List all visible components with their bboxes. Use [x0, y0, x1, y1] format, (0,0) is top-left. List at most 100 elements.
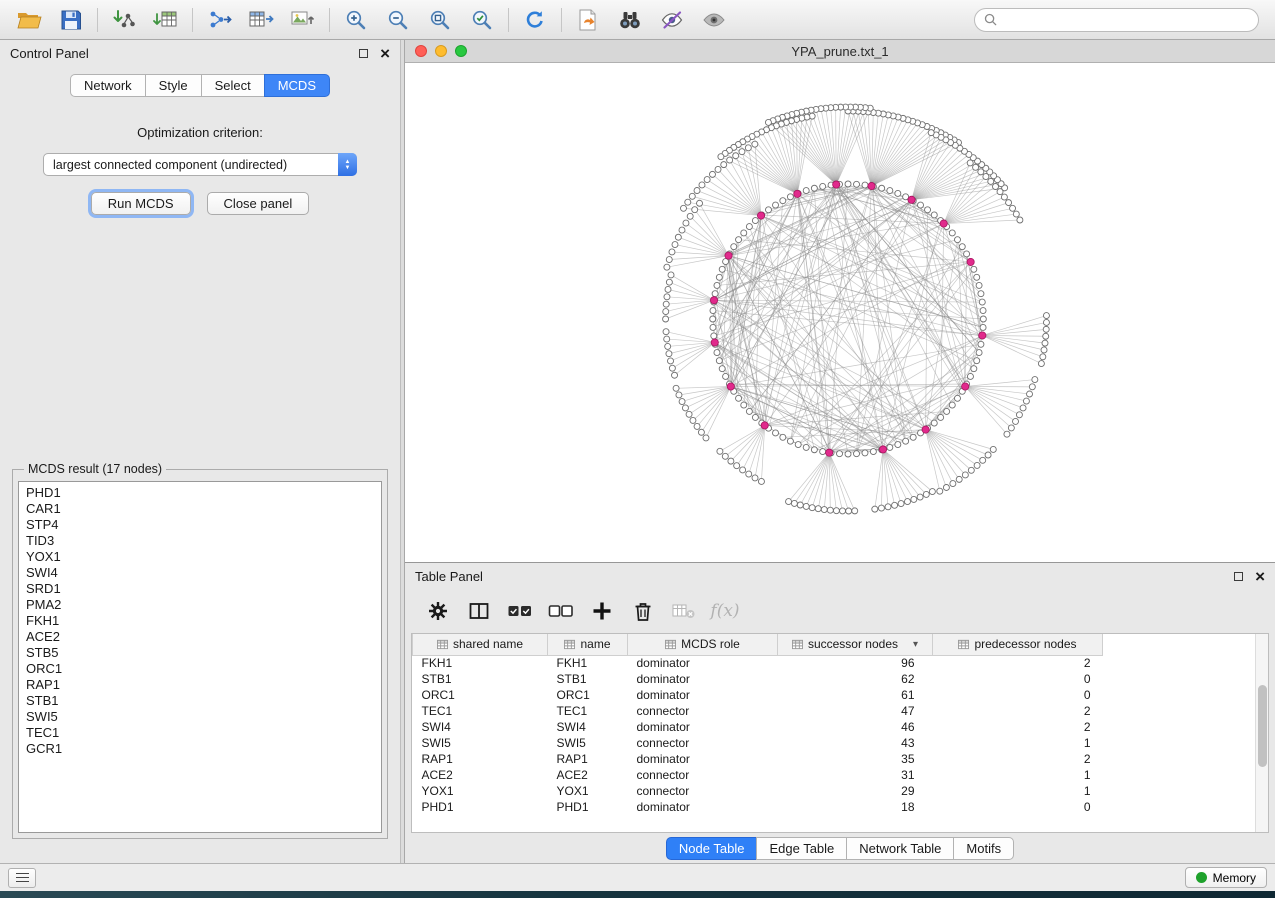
column-header-shared-name[interactable]: shared name	[413, 634, 548, 655]
cell-successors: 18	[778, 799, 933, 815]
export-table-button[interactable]	[240, 3, 282, 37]
run-mcds-button[interactable]: Run MCDS	[91, 192, 191, 215]
mcds-result-item[interactable]: STP4	[26, 517, 374, 533]
zoom-fit-button[interactable]	[419, 3, 461, 37]
import-table-button[interactable]	[145, 3, 187, 37]
table-row[interactable]: STB1STB1dominator620	[413, 671, 1103, 687]
table-row[interactable]: ACE2ACE2connector311	[413, 767, 1103, 783]
table-row[interactable]: YOX1YOX1connector291	[413, 783, 1103, 799]
find-button[interactable]	[609, 3, 651, 37]
mcds-result-item[interactable]: PMA2	[26, 597, 374, 613]
float-panel-icon[interactable]	[359, 49, 368, 58]
window-maximize-button[interactable]	[455, 45, 467, 57]
network-canvas[interactable]	[405, 63, 1275, 562]
mcds-result-item[interactable]: PHD1	[26, 485, 374, 501]
table-row[interactable]: ORC1ORC1dominator610	[413, 687, 1103, 703]
column-header-name[interactable]: name	[548, 634, 628, 655]
plus-icon	[591, 600, 613, 622]
tab-select[interactable]: Select	[201, 74, 264, 97]
deselect-all-icon	[548, 600, 574, 622]
search-input[interactable]	[1003, 13, 1249, 27]
function-builder-button[interactable]: f(x)	[708, 594, 742, 628]
mcds-result-item[interactable]: SWI4	[26, 565, 374, 581]
tab-motifs[interactable]: Motifs	[953, 837, 1014, 860]
column-grid-icon	[792, 639, 803, 650]
mcds-result-item[interactable]: GCR1	[26, 741, 374, 757]
show-columns-button[interactable]	[462, 594, 496, 628]
window-close-button[interactable]	[415, 45, 427, 57]
memory-button[interactable]: Memory	[1185, 867, 1267, 888]
delete-column-button[interactable]	[626, 594, 660, 628]
application-window: Control Panel × Network Style Select MCD…	[0, 0, 1275, 898]
zoom-out-button[interactable]	[377, 3, 419, 37]
table-tabs: Node Table Edge Table Network Table Moti…	[405, 833, 1275, 863]
save-session-button[interactable]	[50, 3, 92, 37]
window-minimize-button[interactable]	[435, 45, 447, 57]
search-box[interactable]	[974, 8, 1259, 32]
select-all-button[interactable]	[503, 594, 537, 628]
mcds-result-item[interactable]: FKH1	[26, 613, 374, 629]
export-web-button[interactable]	[567, 3, 609, 37]
import-network-button[interactable]	[103, 3, 145, 37]
mcds-result-item[interactable]: TID3	[26, 533, 374, 549]
deselect-all-button[interactable]	[544, 594, 578, 628]
main-area: Control Panel × Network Style Select MCD…	[0, 40, 1275, 863]
delete-table-button[interactable]	[667, 594, 701, 628]
mcds-result-item[interactable]: SWI5	[26, 709, 374, 725]
close-table-panel-icon[interactable]: ×	[1255, 568, 1265, 585]
cell-predecessors: 2	[933, 719, 1103, 735]
mcds-result-item[interactable]: RAP1	[26, 677, 374, 693]
mcds-result-item[interactable]: YOX1	[26, 549, 374, 565]
mcds-result-list[interactable]: PHD1CAR1STP4TID3YOX1SWI4SRD1PMA2FKH1ACE2…	[18, 481, 382, 833]
table-scrollbar[interactable]	[1255, 634, 1268, 832]
tab-network[interactable]: Network	[70, 74, 145, 97]
criterion-select[interactable]: largest connected component (undirected)…	[43, 153, 357, 176]
show-graphics-details-button[interactable]	[693, 3, 735, 37]
mcds-result-item[interactable]: ACE2	[26, 629, 374, 645]
tab-edge-table[interactable]: Edge Table	[756, 837, 846, 860]
close-panel-icon[interactable]: ×	[380, 45, 390, 62]
table-settings-button[interactable]	[421, 594, 455, 628]
close-panel-button[interactable]: Close panel	[207, 192, 310, 215]
filter-button[interactable]	[651, 3, 693, 37]
zoom-in-button[interactable]	[335, 3, 377, 37]
zoom-selected-button[interactable]	[461, 3, 503, 37]
mcds-result-item[interactable]: CAR1	[26, 501, 374, 517]
table-row[interactable]: RAP1RAP1dominator352	[413, 751, 1103, 767]
cell-role: dominator	[628, 799, 778, 815]
export-network-icon	[206, 8, 232, 32]
tab-network-table[interactable]: Network Table	[846, 837, 953, 860]
mcds-result-item[interactable]: ORC1	[26, 661, 374, 677]
status-menu-button[interactable]	[8, 868, 36, 888]
cell-predecessors: 2	[933, 751, 1103, 767]
float-table-panel-icon[interactable]	[1234, 572, 1243, 581]
optimization-criterion-label: Optimization criterion:	[12, 125, 388, 140]
mcds-result-item[interactable]: SRD1	[26, 581, 374, 597]
export-image-button[interactable]	[282, 3, 324, 37]
scrollbar-thumb[interactable]	[1258, 685, 1267, 767]
create-column-button[interactable]	[585, 594, 619, 628]
delete-table-icon	[671, 600, 697, 622]
list-icon	[16, 873, 29, 882]
mcds-result-item[interactable]: STB5	[26, 645, 374, 661]
mcds-result-item[interactable]: STB1	[26, 693, 374, 709]
column-header-predecessor-nodes[interactable]: predecessor nodes	[933, 634, 1103, 655]
tab-node-table[interactable]: Node Table	[666, 837, 757, 860]
column-header-successor-nodes[interactable]: successor nodes▾	[778, 634, 933, 655]
table-row[interactable]: FKH1FKH1dominator962	[413, 655, 1103, 671]
tab-style[interactable]: Style	[145, 74, 201, 97]
open-file-button[interactable]	[8, 3, 50, 37]
table-row[interactable]: SWI4SWI4dominator462	[413, 719, 1103, 735]
tab-mcds[interactable]: MCDS	[264, 74, 330, 97]
right-column: YPA_prune.txt_1 Table Panel ×	[405, 40, 1275, 863]
control-panel-header: Control Panel ×	[0, 40, 400, 66]
apply-layout-button[interactable]	[514, 3, 556, 37]
mcds-result-item[interactable]: TEC1	[26, 725, 374, 741]
table-row[interactable]: SWI5SWI5connector431	[413, 735, 1103, 751]
export-network-button[interactable]	[198, 3, 240, 37]
cell-name: PHD1	[548, 799, 628, 815]
save-icon	[59, 8, 83, 32]
column-header-mcds-role[interactable]: MCDS role	[628, 634, 778, 655]
table-row[interactable]: TEC1TEC1connector472	[413, 703, 1103, 719]
table-row[interactable]: PHD1PHD1dominator180	[413, 799, 1103, 815]
